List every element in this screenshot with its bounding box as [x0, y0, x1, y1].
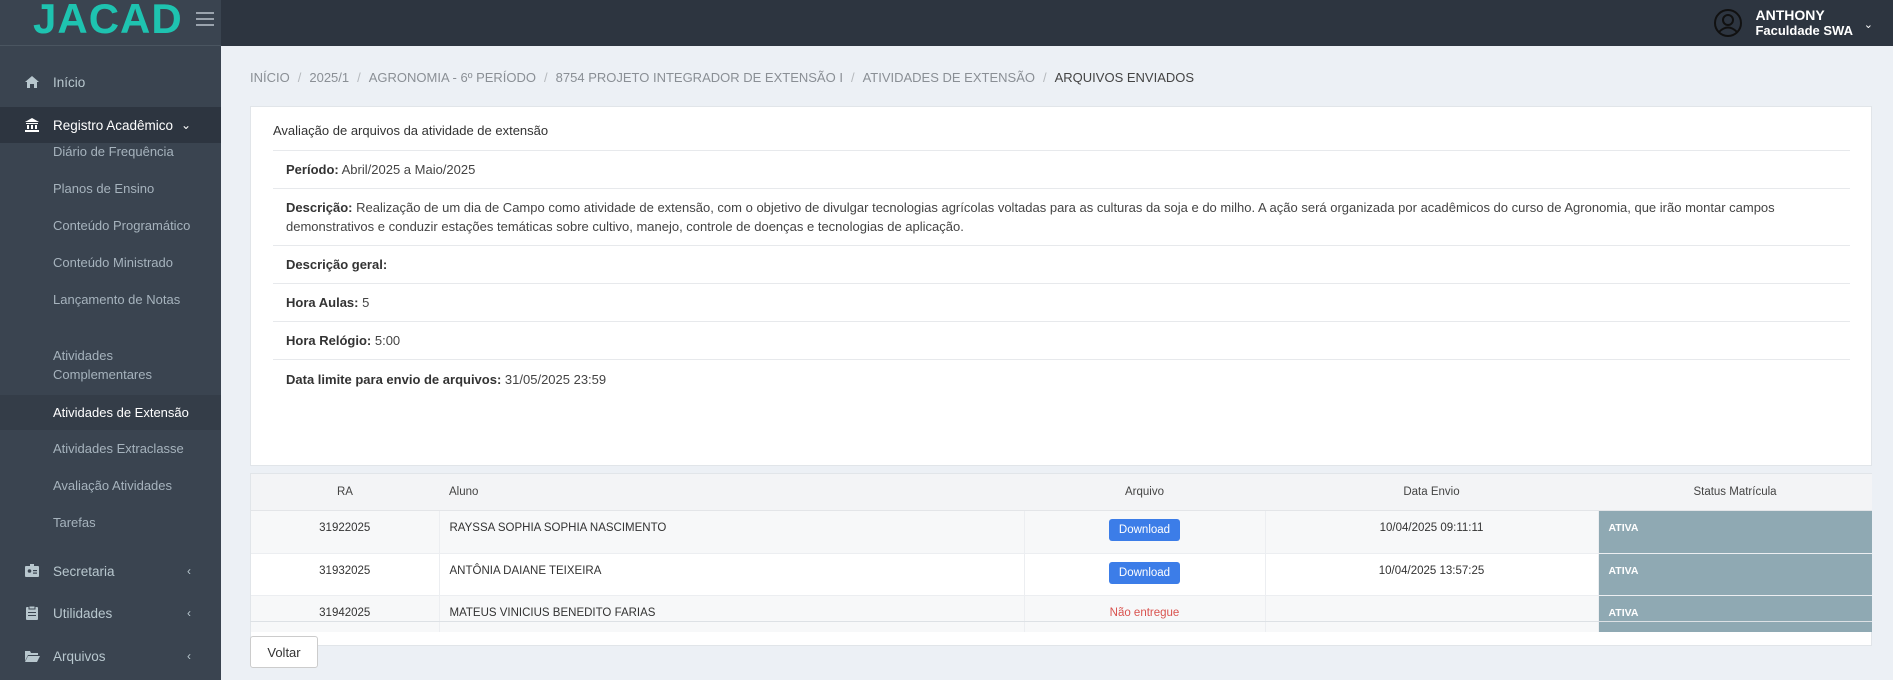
cell-ra: 31942025	[251, 594, 440, 632]
data-limite-label: Data limite para envio de arquivos:	[286, 372, 502, 387]
column-header-ra[interactable]: RA	[251, 474, 439, 511]
user-avatar-icon	[1714, 9, 1743, 37]
id-card-icon	[25, 564, 39, 577]
sidebar-subitem-diario[interactable]: Diário de Frequência	[0, 133, 221, 170]
chevron-down-icon: ⌄	[180, 118, 191, 132]
sidebar-subitem-extraclasse[interactable]: Atividades Extraclasse	[0, 430, 221, 467]
breadcrumb-item-curso[interactable]: AGRONOMIA - 6º PERÍODO	[369, 70, 536, 85]
user-name: ANTHONY	[1755, 7, 1825, 23]
sidebar-item-arquivos[interactable]: Arquivos ‹	[0, 638, 221, 674]
descricao-geral-label: Descrição geral:	[286, 257, 388, 272]
periodo-label: Período:	[286, 162, 339, 177]
table-row: 31942025 MATEUS VINICIUS BENEDITO FARIAS…	[251, 594, 1872, 632]
cell-aluno: MATEUS VINICIUS BENEDITO FARIAS	[439, 594, 1025, 632]
submissions-table: RA Aluno Arquivo Data Envio Status Matrí…	[251, 474, 1872, 632]
sidebar-subitem-conteudo-ministrado[interactable]: Conteúdo Ministrado	[0, 244, 221, 281]
download-button[interactable]: Download	[1108, 561, 1181, 584]
sidebar-subitem-planos[interactable]: Planos de Ensino	[0, 170, 221, 207]
table-row: 31922025 RAYSSA SOPHIA SOPHIA NASCIMENTO…	[251, 509, 1872, 553]
sidebar: Início Registro Acadêmico ⌄ Diário de Fr…	[0, 46, 221, 680]
user-menu[interactable]: ANTHONY Faculdade SWA ⌄	[1713, 6, 1873, 40]
breadcrumb: INÍCIO/2025/1/AGRONOMIA - 6º PERÍODO/875…	[250, 70, 1195, 85]
sidebar-subitem-notas[interactable]: Lançamento de Notas	[0, 281, 221, 318]
sidebar-item-label: Secretaria	[53, 563, 115, 579]
sidebar-subitem-extensao[interactable]: Atividades de Extensão	[0, 395, 221, 430]
bank-icon	[25, 118, 39, 132]
cell-ra: 31922025	[251, 509, 440, 553]
column-header-data-envio[interactable]: Data Envio	[1265, 474, 1598, 511]
status-badge: ATIVA	[1598, 594, 1872, 632]
back-button[interactable]: Voltar	[250, 636, 318, 668]
table-header-row: RA Aluno Arquivo Data Envio Status Matrí…	[251, 474, 1872, 511]
status-badge: ATIVA	[1598, 509, 1872, 553]
data-limite-value: 31/05/2025 23:59	[504, 372, 607, 387]
user-org: Faculdade SWA	[1755, 23, 1853, 38]
sidebar-item-label: Registro Acadêmico	[53, 117, 174, 133]
sidebar-subitem-tarefas[interactable]: Tarefas	[0, 504, 221, 541]
sidebar-item-secretaria[interactable]: Secretaria ‹	[0, 553, 221, 589]
sidebar-item-label: Utilidades	[53, 605, 113, 621]
app-logo[interactable]: JACAD	[33, 0, 183, 40]
main-content: INÍCIO/2025/1/AGRONOMIA - 6º PERÍODO/875…	[221, 46, 1893, 680]
breadcrumb-item-atividades[interactable]: ATIVIDADES DE EXTENSÃO	[863, 70, 1035, 85]
top-bar: JACAD ANTHONY Faculdade SWA ⌄	[0, 0, 1893, 46]
breadcrumb-item-inicio[interactable]: INÍCIO	[250, 70, 290, 85]
chevron-down-icon[interactable]: ⌄	[1864, 18, 1873, 31]
table-row: 31932025 ANTÔNIA DAIANE TEIXEIRA Downloa…	[251, 552, 1872, 595]
hora-relogio-row: Hora Relógio: 5:00	[273, 321, 1850, 359]
sidebar-subitem-complementares[interactable]: Atividades Complementares	[0, 346, 160, 390]
descricao-value: Realização de um dia de Campo como ativi…	[286, 200, 1775, 234]
hora-aulas-label: Hora Aulas:	[286, 295, 359, 310]
sidebar-subitem-avaliacao[interactable]: Avaliação Atividades	[0, 467, 221, 504]
menu-toggle-icon[interactable]	[196, 12, 214, 28]
activity-details-panel: Avaliação de arquivos da atividade de ex…	[250, 106, 1872, 466]
breadcrumb-item-periodo[interactable]: 2025/1	[309, 70, 349, 85]
cell-aluno: RAYSSA SOPHIA SOPHIA NASCIMENTO	[439, 509, 1025, 553]
panel-title: Avaliação de arquivos da atividade de ex…	[273, 123, 549, 138]
status-badge: ATIVA	[1598, 552, 1872, 595]
hora-relogio-label: Hora Relógio:	[286, 333, 372, 348]
hora-relogio-value: 5:00	[374, 333, 401, 348]
sidebar-item-label: Início	[53, 74, 86, 90]
cell-data-envio: 10/04/2025 13:57:25	[1265, 552, 1599, 595]
clipboard-icon	[26, 605, 38, 620]
hora-aulas-row: Hora Aulas: 5	[273, 283, 1850, 321]
logo-area: JACAD	[0, 0, 221, 46]
divider	[250, 621, 1872, 622]
chevron-left-icon: ‹	[187, 606, 191, 620]
sidebar-item-utilidades[interactable]: Utilidades ‹	[0, 595, 221, 631]
folder-open-icon	[25, 651, 40, 662]
descricao-row: Descrição: Realização de um dia de Campo…	[273, 188, 1850, 245]
sidebar-subitem-conteudo-programatico[interactable]: Conteúdo Programático	[0, 207, 221, 244]
cell-ra: 31932025	[251, 552, 440, 595]
chevron-left-icon: ‹	[187, 564, 191, 578]
column-header-status[interactable]: Status Matrícula	[1598, 474, 1872, 511]
sidebar-item-label: Arquivos	[53, 648, 106, 664]
periodo-row: Período: Abril/2025 a Maio/2025	[273, 150, 1850, 188]
cell-arquivo-not-delivered: Não entregue	[1024, 594, 1266, 632]
cell-arquivo: Download	[1024, 552, 1266, 595]
home-icon	[25, 76, 39, 88]
sidebar-item-inicio[interactable]: Início	[0, 64, 221, 100]
breadcrumb-item-current: ARQUIVOS ENVIADOS	[1054, 70, 1195, 85]
cell-data-envio: 10/04/2025 09:11:11	[1265, 509, 1599, 553]
cell-arquivo: Download	[1024, 509, 1266, 553]
column-header-aluno[interactable]: Aluno	[439, 474, 1024, 511]
descricao-label: Descrição:	[286, 200, 353, 215]
hora-aulas-value: 5	[362, 295, 370, 310]
download-button[interactable]: Download	[1108, 518, 1181, 541]
breadcrumb-item-disciplina[interactable]: 8754 PROJETO INTEGRADOR DE EXTENSÃO I	[556, 70, 843, 85]
descricao-geral-row: Descrição geral:	[273, 245, 1850, 283]
sidebar-subitem-label: Atividades Complementares	[53, 348, 152, 382]
data-limite-row: Data limite para envio de arquivos: 31/0…	[273, 359, 1850, 399]
cell-data-envio	[1265, 594, 1599, 632]
periodo-value: Abril/2025 a Maio/2025	[341, 162, 476, 177]
chevron-left-icon: ‹	[187, 649, 191, 663]
cell-aluno: ANTÔNIA DAIANE TEIXEIRA	[439, 552, 1025, 595]
column-header-arquivo[interactable]: Arquivo	[1024, 474, 1265, 511]
